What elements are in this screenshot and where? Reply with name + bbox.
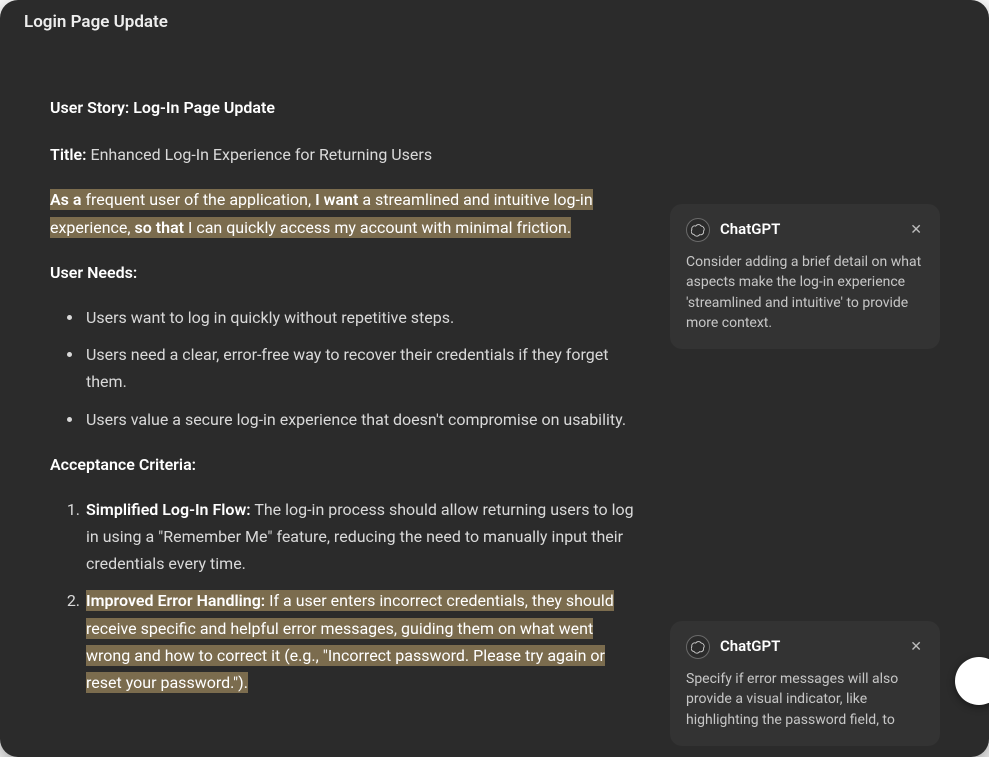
comment-author: ChatGPT bbox=[720, 636, 898, 658]
comment-body: Specify if error messages will also prov… bbox=[686, 669, 924, 730]
title-label: Title: bbox=[50, 145, 87, 164]
comment-card[interactable]: ChatGPT ✕ Specify if error messages will… bbox=[670, 621, 940, 746]
openai-icon bbox=[686, 635, 710, 659]
close-icon[interactable]: ✕ bbox=[908, 221, 924, 239]
so-that-label: so that bbox=[135, 218, 185, 237]
acceptance-heading: Acceptance Criteria: bbox=[50, 451, 640, 478]
acceptance-item-title: Improved Error Handling: bbox=[86, 591, 265, 610]
user-story-sentence: As a frequent user of the application, I… bbox=[50, 186, 640, 240]
document-window: Login Page Update User Story: Log-In Pag… bbox=[0, 0, 989, 757]
comment-header: ChatGPT ✕ bbox=[686, 218, 924, 242]
list-item: Users want to log in quickly without rep… bbox=[84, 304, 640, 331]
as-a-label: As a bbox=[50, 190, 81, 209]
openai-icon bbox=[686, 218, 710, 242]
highlighted-acceptance[interactable]: Improved Error Handling: If a user enter… bbox=[86, 590, 614, 693]
comments-panel: ChatGPT ✕ Consider adding a brief detail… bbox=[670, 94, 950, 757]
document-body[interactable]: User Story: Log-In Page Update Title: En… bbox=[50, 94, 640, 757]
i-want-label: I want bbox=[315, 190, 358, 209]
comment-body: Consider adding a brief detail on what a… bbox=[686, 252, 924, 333]
list-item: Improved Error Handling: If a user enter… bbox=[84, 587, 640, 696]
list-item: Users value a secure log-in experience t… bbox=[84, 406, 640, 433]
acceptance-label: Acceptance Criteria: bbox=[50, 455, 196, 474]
titlebar: Login Page Update bbox=[0, 0, 989, 44]
doc-heading: User Story: Log-In Page Update bbox=[50, 94, 640, 121]
list-item: Simplified Log-In Flow: The log-in proce… bbox=[84, 496, 640, 578]
comment-card[interactable]: ChatGPT ✕ Consider adding a brief detail… bbox=[670, 204, 940, 349]
comment-header: ChatGPT ✕ bbox=[686, 635, 924, 659]
highlighted-story[interactable]: As a frequent user of the application, I… bbox=[50, 189, 593, 237]
user-needs-list: Users want to log in quickly without rep… bbox=[50, 304, 640, 433]
as-a-text: frequent user of the application, bbox=[81, 190, 315, 209]
comment-author: ChatGPT bbox=[720, 219, 898, 241]
close-icon[interactable]: ✕ bbox=[908, 638, 924, 656]
so-that-text: I can quickly access my account with min… bbox=[184, 218, 571, 237]
user-needs-label: User Needs: bbox=[50, 263, 137, 282]
list-item: Users need a clear, error-free way to re… bbox=[84, 341, 640, 395]
window-title: Login Page Update bbox=[24, 12, 168, 32]
acceptance-list: Simplified Log-In Flow: The log-in proce… bbox=[50, 496, 640, 696]
doc-title-line: Title: Enhanced Log-In Experience for Re… bbox=[50, 141, 640, 168]
content-area: User Story: Log-In Page Update Title: En… bbox=[0, 44, 989, 757]
title-value: Enhanced Log-In Experience for Returning… bbox=[90, 145, 432, 164]
acceptance-item-title: Simplified Log-In Flow: bbox=[86, 500, 251, 519]
user-needs-heading: User Needs: bbox=[50, 259, 640, 286]
